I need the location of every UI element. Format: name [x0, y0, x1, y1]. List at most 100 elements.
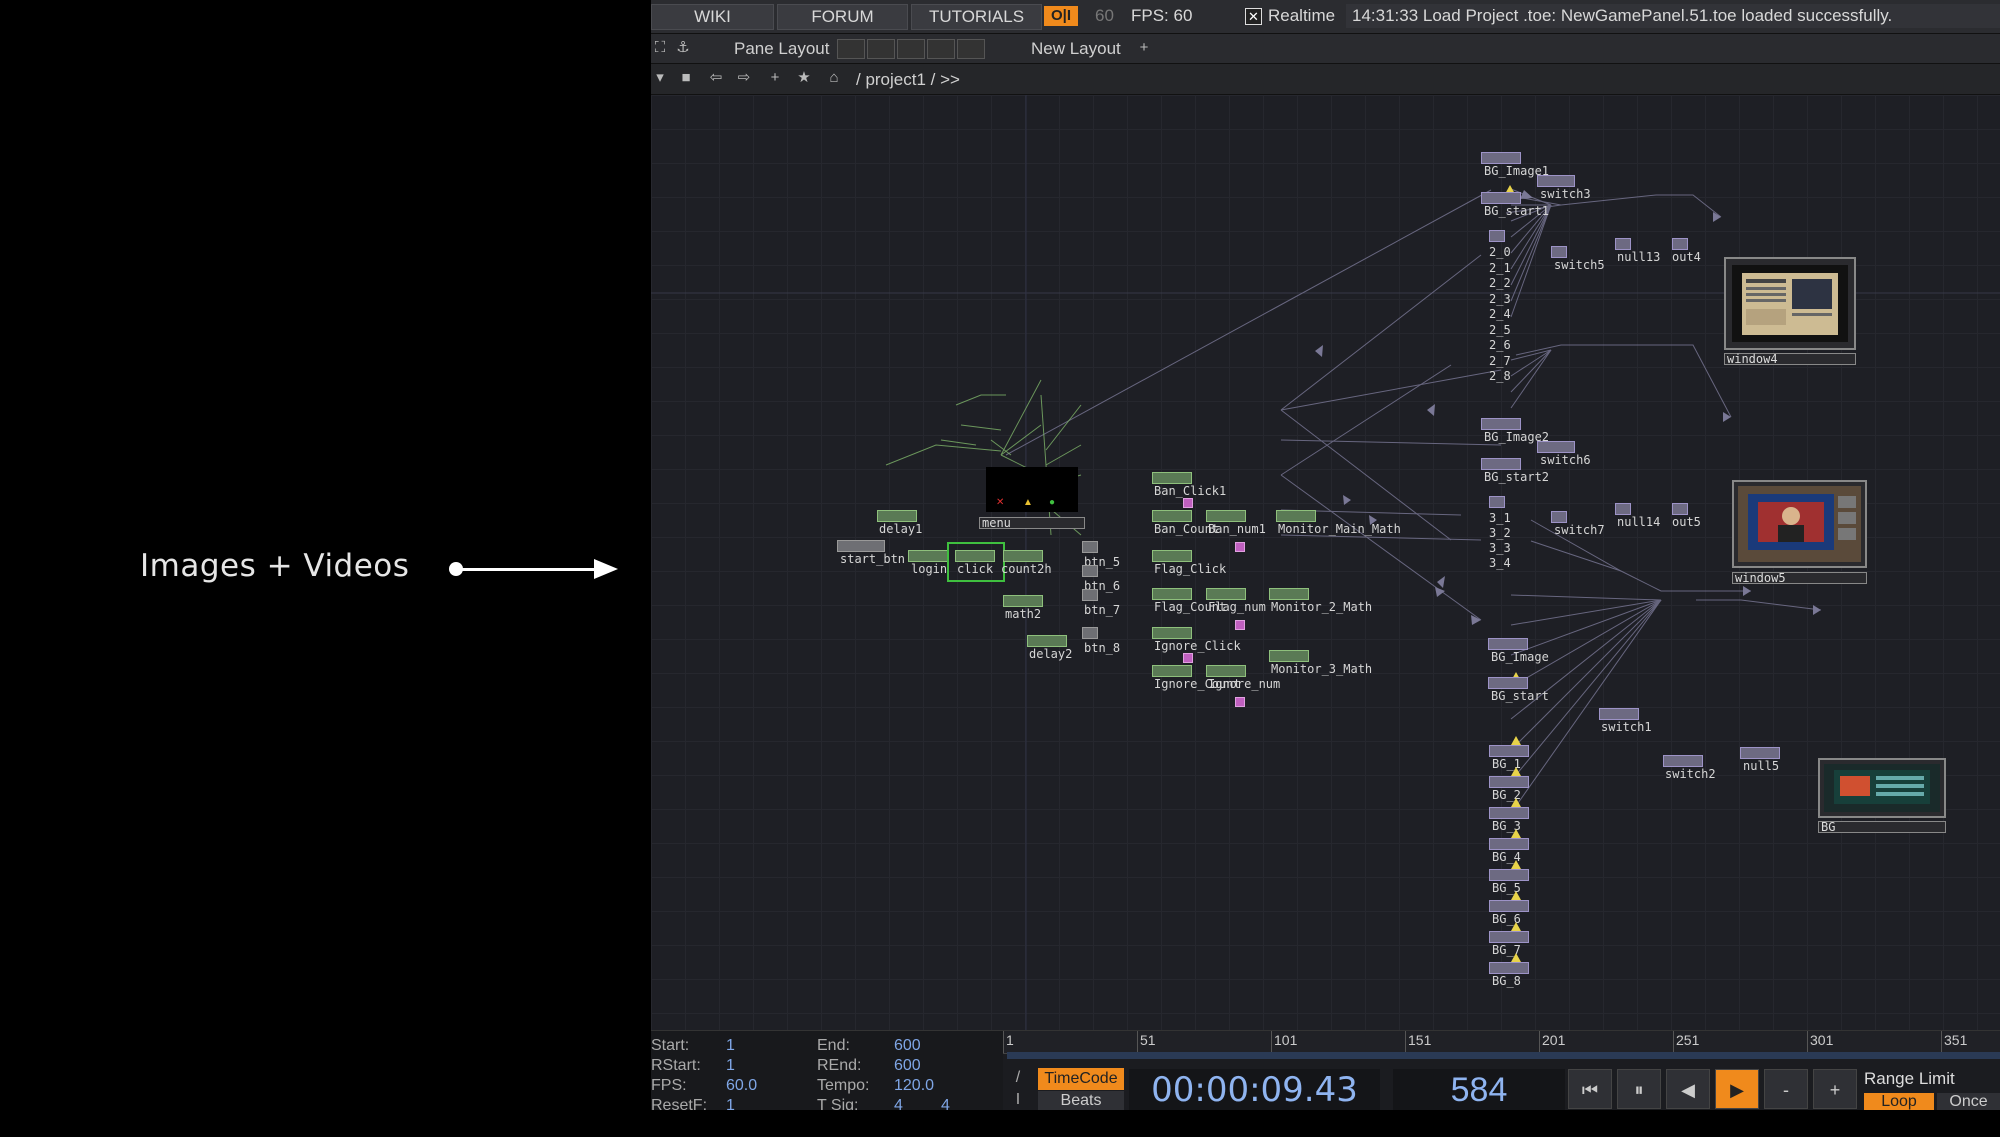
op-ban-num1[interactable]: [1206, 510, 1246, 522]
rewind-button[interactable]: ⏮: [1568, 1069, 1612, 1109]
stop-icon[interactable]: ■: [677, 69, 695, 87]
op-window4-viewer[interactable]: [1724, 257, 1856, 350]
op-flag-count[interactable]: [1152, 588, 1192, 600]
timecode-display[interactable]: 00:00:09.43: [1129, 1069, 1380, 1110]
loop-button[interactable]: Loop: [1864, 1093, 1934, 1110]
op-bg-7[interactable]: [1489, 931, 1529, 943]
op-bg-6[interactable]: [1489, 900, 1529, 912]
op-switch1[interactable]: [1599, 708, 1639, 720]
op-menu-viewer[interactable]: ✕ ▲ ●: [986, 467, 1078, 512]
forum-button[interactable]: FORUM: [777, 4, 908, 30]
op-monitor-main-math[interactable]: [1276, 510, 1316, 522]
op-ban-click1[interactable]: [1152, 472, 1192, 484]
op-null13[interactable]: [1615, 238, 1631, 250]
op-bg-2[interactable]: [1489, 776, 1529, 788]
oi-toggle[interactable]: O|I: [1044, 6, 1078, 26]
op-switch7[interactable]: [1551, 511, 1567, 523]
layout-three-pane[interactable]: [927, 39, 955, 59]
op-null5[interactable]: [1740, 747, 1780, 759]
rend-value[interactable]: 600: [894, 1057, 921, 1075]
op-bg-8[interactable]: [1489, 962, 1529, 974]
op-delay2[interactable]: [1027, 635, 1067, 647]
realtime-checkbox[interactable]: ✕: [1245, 8, 1262, 25]
op-monitor-2-math[interactable]: [1269, 588, 1309, 600]
frame-display[interactable]: 584: [1393, 1069, 1565, 1110]
tutorials-button[interactable]: TUTORIALS: [911, 4, 1042, 30]
op-ignore-num[interactable]: [1206, 665, 1246, 677]
add-layout-button[interactable]: +: [1135, 39, 1153, 57]
back-arrow-icon[interactable]: ⇦: [707, 69, 725, 87]
network-path[interactable]: / project1 / >>: [856, 70, 960, 90]
timeline-bar-toggle[interactable]: I: [1008, 1091, 1028, 1109]
tempo-value[interactable]: 120.0: [894, 1077, 934, 1095]
op-bg-image[interactable]: [1488, 638, 1528, 650]
op-math2[interactable]: [1003, 595, 1043, 607]
pane-maximize-icon[interactable]: ⛶: [651, 39, 669, 57]
tsig-denominator[interactable]: 4: [941, 1097, 950, 1110]
op-btn-5[interactable]: [1082, 541, 1098, 553]
beats-button[interactable]: Beats: [1038, 1091, 1124, 1110]
rstart-value[interactable]: 1: [726, 1057, 735, 1075]
op-btn-6[interactable]: [1082, 565, 1098, 577]
op-switch2[interactable]: [1663, 755, 1703, 767]
wiki-button[interactable]: WIKI: [651, 4, 774, 30]
network-editor[interactable]: BG_Image1 switch3 BG_start1 switch5 null…: [651, 95, 2000, 1030]
tsig-numerator[interactable]: 4: [894, 1097, 903, 1110]
op-ignore-click[interactable]: [1152, 627, 1192, 639]
anchor-icon[interactable]: ⚓: [674, 39, 692, 57]
add-icon[interactable]: +: [766, 69, 784, 87]
layout-single[interactable]: [837, 39, 865, 59]
resetf-value[interactable]: 1: [726, 1097, 735, 1110]
op-bg-start2[interactable]: [1481, 458, 1521, 470]
op-stack2-head[interactable]: [1489, 496, 1505, 508]
timeline-range-bar[interactable]: [1007, 1052, 2000, 1059]
op-null14[interactable]: [1615, 503, 1631, 515]
op-bg-start1[interactable]: [1481, 192, 1521, 204]
op-switch5[interactable]: [1551, 246, 1567, 258]
op-bg-3[interactable]: [1489, 807, 1529, 819]
op-window5-viewer[interactable]: [1732, 480, 1867, 568]
timeline-ruler[interactable]: 1 51 101 151 201 251 301 351: [1003, 1031, 2000, 1054]
op-click[interactable]: [955, 550, 995, 562]
op-out5[interactable]: [1672, 503, 1688, 515]
layout-split-horizontal[interactable]: [897, 39, 925, 59]
op-switch6[interactable]: [1537, 441, 1575, 453]
op-bg-image1[interactable]: [1481, 152, 1521, 164]
op-btn-7[interactable]: [1082, 589, 1098, 601]
op-monitor-3-math[interactable]: [1269, 650, 1309, 662]
op-stack1-head[interactable]: [1489, 230, 1505, 242]
op-ignore-count[interactable]: [1152, 665, 1192, 677]
op-bg-start[interactable]: [1488, 677, 1528, 689]
timecode-button[interactable]: TimeCode: [1038, 1068, 1124, 1090]
fps-value[interactable]: 60.0: [726, 1077, 757, 1095]
chevron-down-icon[interactable]: ▾: [651, 69, 669, 87]
op-bg-4[interactable]: [1489, 838, 1529, 850]
op-bg-1[interactable]: [1489, 745, 1529, 757]
op-btn-8[interactable]: [1082, 627, 1098, 639]
end-value[interactable]: 600: [894, 1037, 921, 1055]
layout-split-vertical[interactable]: [867, 39, 895, 59]
op-delay1[interactable]: [877, 510, 917, 522]
step-plus-button[interactable]: +: [1813, 1069, 1857, 1109]
step-minus-button[interactable]: -: [1764, 1069, 1808, 1109]
forward-arrow-icon[interactable]: ⇨: [735, 69, 753, 87]
layout-four-pane[interactable]: [957, 39, 985, 59]
pause-button[interactable]: ⏸: [1617, 1069, 1661, 1109]
op-login[interactable]: [908, 550, 948, 562]
home-icon[interactable]: ⌂: [825, 69, 843, 87]
step-back-button[interactable]: ◀: [1666, 1069, 1710, 1109]
start-value[interactable]: 1: [726, 1037, 735, 1055]
op-bg-image2[interactable]: [1481, 418, 1521, 430]
play-button[interactable]: ▶: [1715, 1069, 1759, 1109]
op-bg-viewer[interactable]: [1818, 758, 1946, 818]
op-switch3[interactable]: [1537, 175, 1575, 187]
op-bg-5[interactable]: [1489, 869, 1529, 881]
op-count2h[interactable]: [1003, 550, 1043, 562]
star-icon[interactable]: ★: [795, 69, 813, 87]
op-flag-click[interactable]: [1152, 550, 1192, 562]
timeline-slash[interactable]: /: [1008, 1069, 1028, 1087]
op-start-btn[interactable]: [837, 540, 885, 552]
op-flag-num[interactable]: [1206, 588, 1246, 600]
op-ban-count[interactable]: [1152, 510, 1192, 522]
op-out4[interactable]: [1672, 238, 1688, 250]
